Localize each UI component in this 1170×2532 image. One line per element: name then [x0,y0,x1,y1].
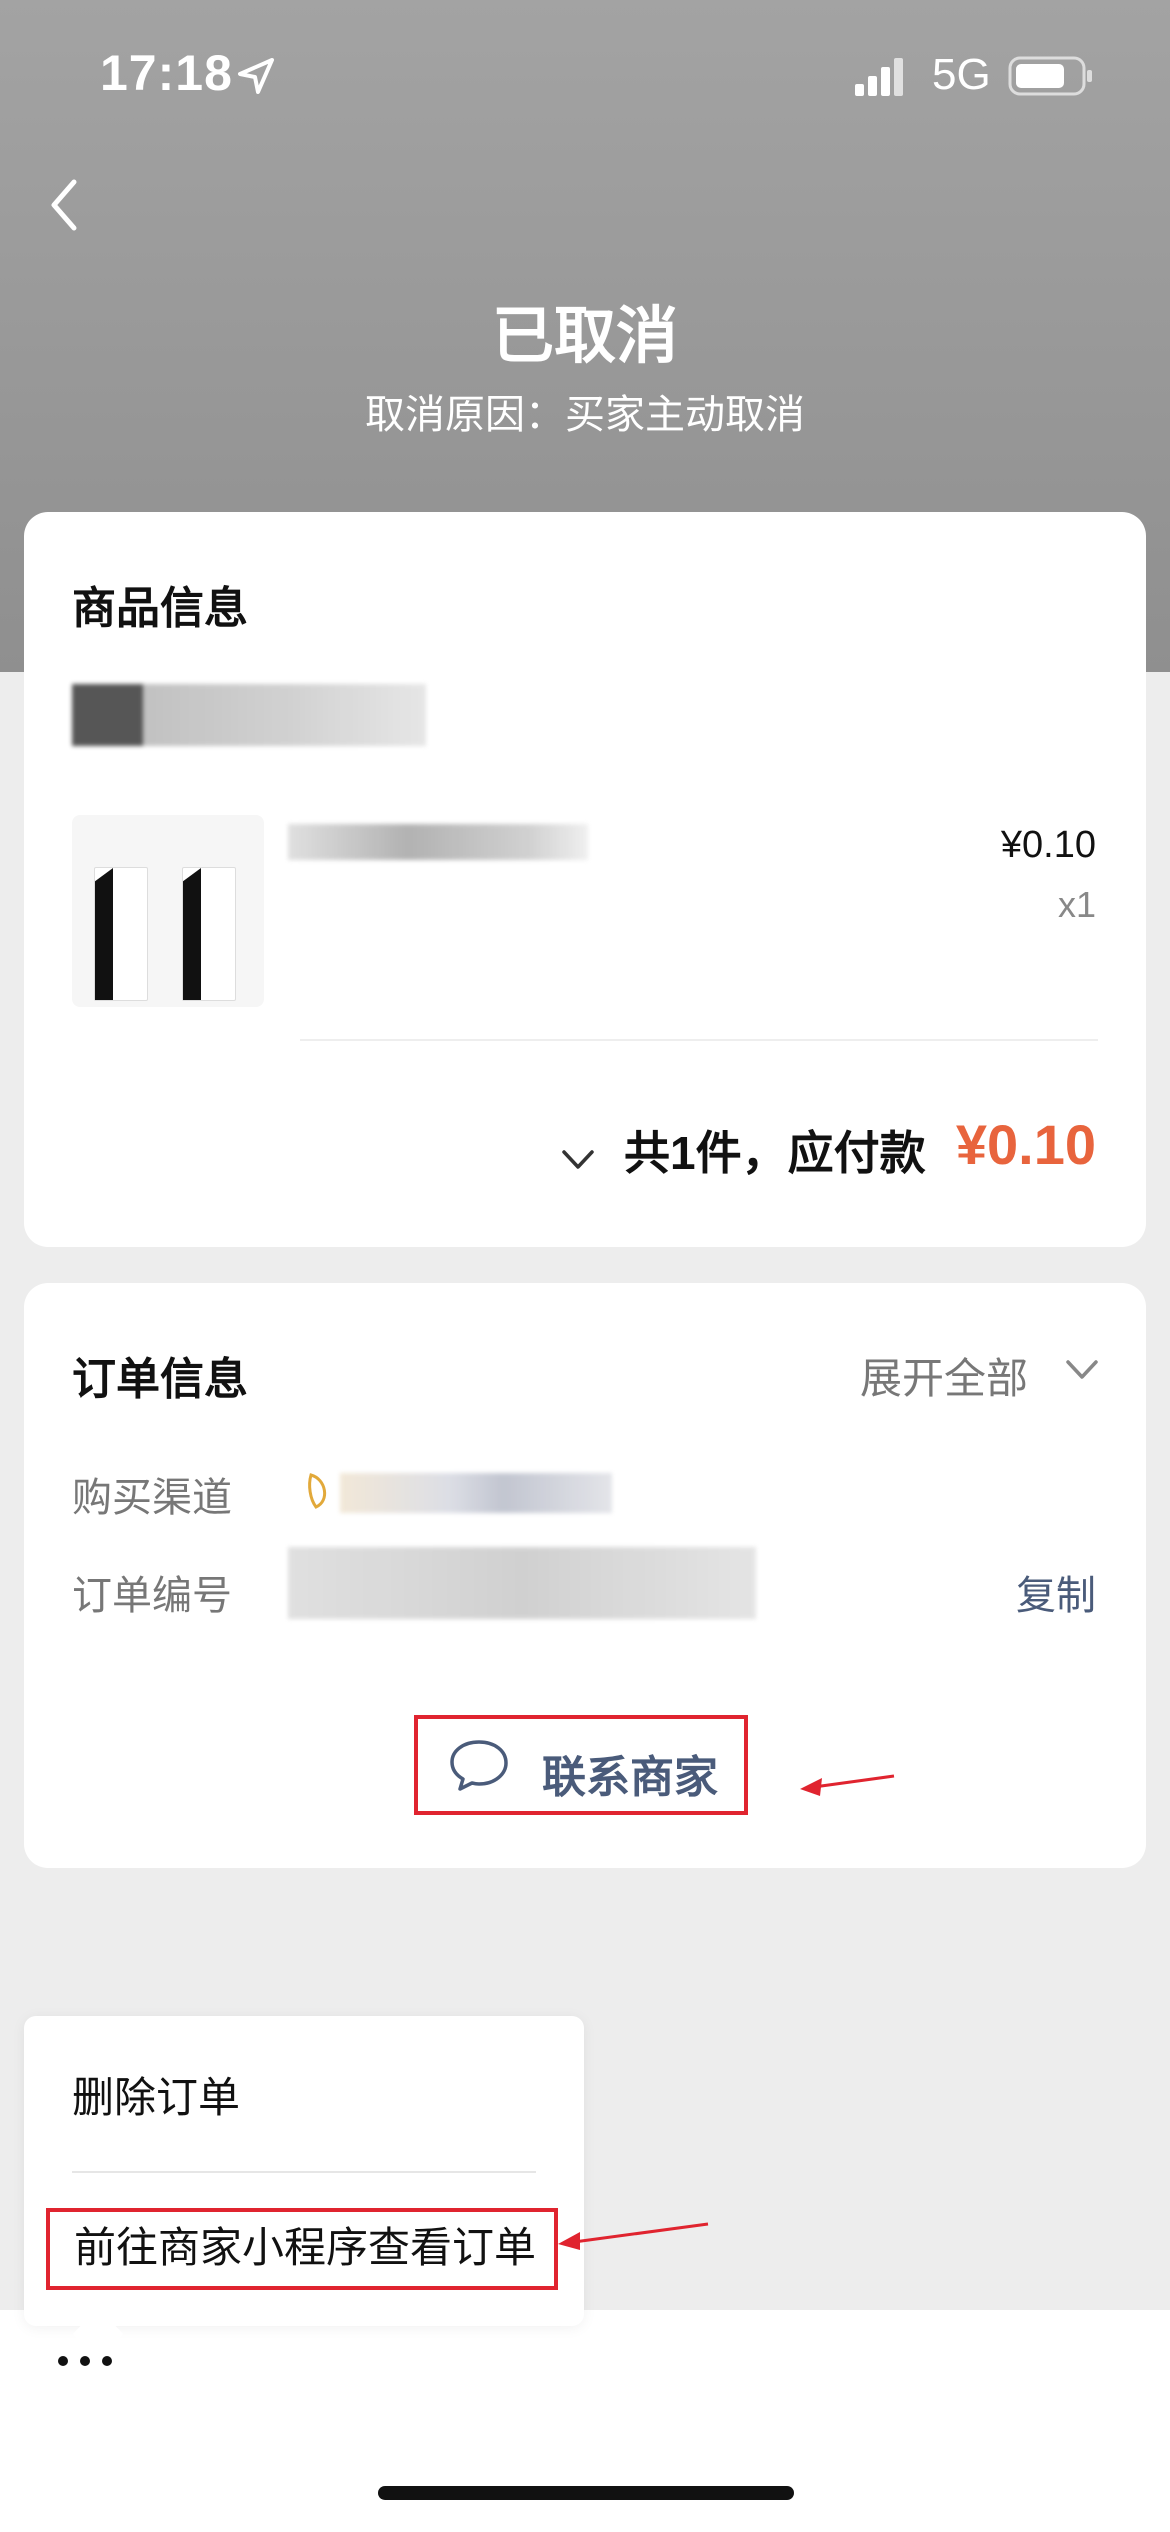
product-bag-image [182,867,236,1001]
more-actions-menu: 删除订单 前往商家小程序查看订单 [24,2016,584,2360]
store-name-redacted [72,684,426,746]
channel-logo-icon [308,1473,327,1509]
network-type: 5G [932,50,991,99]
product-name-redacted [288,824,588,860]
location-arrow-icon [238,58,274,94]
product-info-card: 商品信息 ¥0.10 x1 共1件，应付款 ¥0.10 [24,512,1146,1247]
chat-bubble-icon [450,1740,508,1791]
order-status-title: 已取消 [491,302,678,371]
expand-all-button[interactable]: 展开全部 [860,1345,1028,1406]
chevron-down-icon[interactable] [558,1140,598,1180]
total-label: 共1件，应付款 [624,1127,926,1179]
divider [72,2171,536,2173]
order-number-redacted [288,1547,756,1619]
channel-name-redacted [340,1473,612,1513]
delete-order-menu-item[interactable]: 删除订单 [72,2064,240,2125]
contact-merchant-label: 联系商家 [542,1753,718,1802]
product-thumbnail[interactable] [72,815,264,1007]
status-time: 17:18 [100,45,233,101]
copy-order-number-button[interactable]: 复制 [1016,1563,1096,1621]
contact-merchant-button[interactable]: 联系商家 [414,1715,748,1815]
home-indicator [378,2486,794,2500]
battery-icon [1008,56,1092,96]
product-info-title: 商品信息 [72,584,248,633]
order-info-card: 订单信息 展开全部 购买渠道 订单编号 复制 联系商家 [24,1283,1146,1868]
more-options-icon[interactable] [56,2352,114,2370]
product-price: ¥0.10 [1000,824,1096,866]
chevron-down-icon[interactable] [1062,1353,1102,1387]
divider [300,1039,1098,1041]
product-bag-image [94,867,148,1001]
signal-icon [855,58,903,96]
status-bar: 17:18 5G [0,0,1170,150]
purchase-channel-label: 购买渠道 [72,1476,232,1520]
order-info-title: 订单信息 [72,1355,248,1404]
annotation-arrow-icon [558,2222,709,2250]
product-quantity: x1 [1057,884,1096,925]
total-amount: ¥0.10 [955,1113,1096,1176]
annotation-arrow-icon [800,1774,895,1796]
back-arrow-icon[interactable] [40,170,90,240]
cancel-reason: 取消原因：买家主动取消 [365,393,805,437]
view-order-in-mini-program-menu-item[interactable]: 前往商家小程序查看订单 [46,2208,558,2290]
order-number-label: 订单编号 [72,1574,232,1618]
